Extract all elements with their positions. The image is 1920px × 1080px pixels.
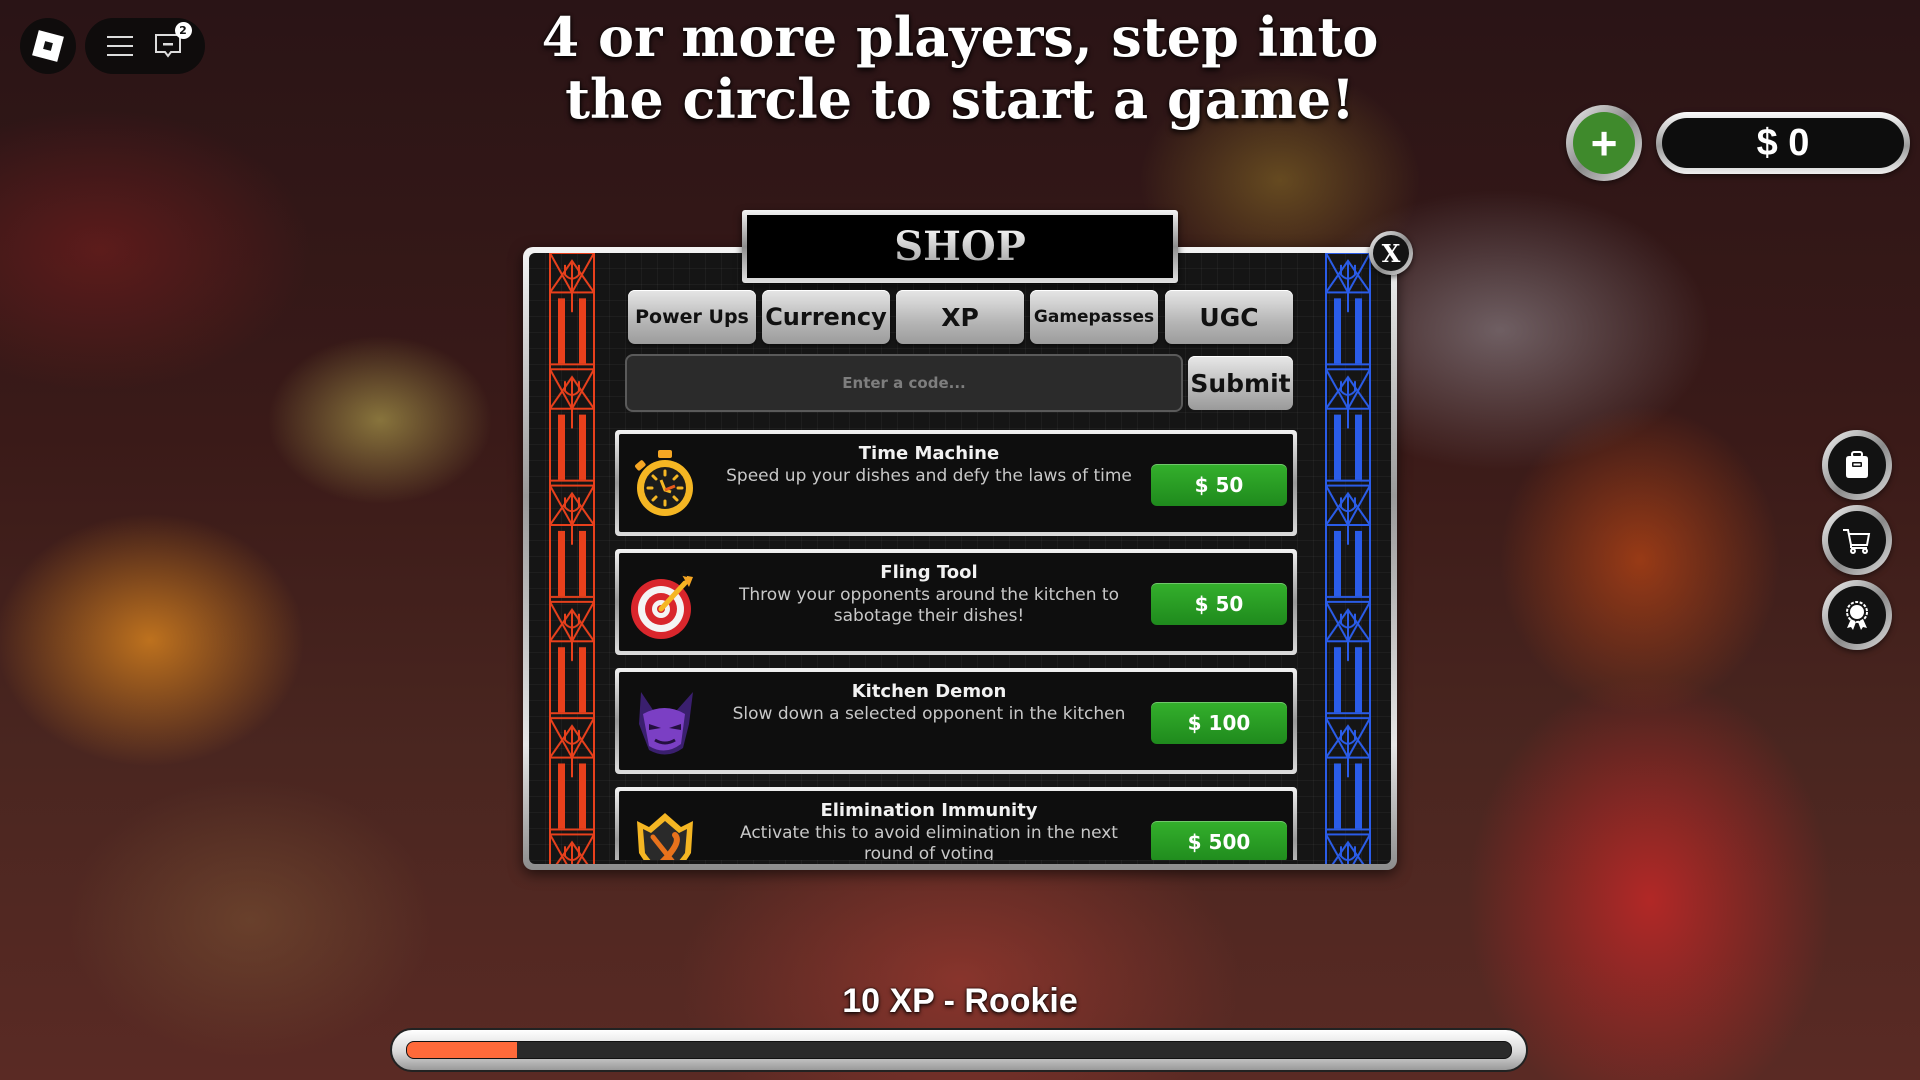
stopwatch-icon [627,446,703,522]
shop-header: SHOP [742,210,1178,283]
shop-items-list[interactable]: Time Machine Speed up your dishes and de… [615,428,1297,860]
tab-gamepasses[interactable]: Gamepasses [1030,290,1158,344]
item-description: Speed up your dishes and defy the laws o… [726,466,1132,486]
award-ribbon-icon [1846,601,1868,630]
buy-button[interactable]: $ 50 [1151,464,1287,506]
trident-pattern-icon [548,253,596,864]
shop-item: Time Machine Speed up your dishes and de… [615,430,1297,536]
demon-mask-icon [627,684,703,760]
tab-currency[interactable]: Currency [762,290,890,344]
add-currency-button[interactable]: + [1566,105,1642,181]
close-icon: X [1373,235,1409,271]
buy-button[interactable]: $ 50 [1151,583,1287,625]
backpack-icon [1846,451,1868,478]
xp-label: 10 XP - Rookie [842,982,1078,1020]
tab-xp[interactable]: XP [896,290,1024,344]
right-pillar-decoration [1324,253,1372,864]
item-description: Activate this to avoid elimination in th… [740,823,1118,860]
buy-button[interactable]: $ 100 [1151,702,1287,744]
close-shop-button[interactable]: X [1369,231,1413,275]
tab-power-ups[interactable]: Power Ups [628,290,756,344]
announcement-line-1: 4 or more players, step into [541,5,1379,69]
left-pillar-decoration [548,253,596,864]
shop-title: SHOP [894,223,1026,270]
item-name: Elimination Immunity [820,800,1038,821]
shopping-cart-icon [1843,529,1871,554]
target-dart-icon [627,565,703,641]
currency-display: $ 0 [1656,112,1910,174]
announcement-text: 4 or more players, step into the circle … [0,6,1920,130]
submit-code-button[interactable]: Submit [1188,356,1293,410]
code-input[interactable] [625,354,1183,412]
trident-pattern-icon [1324,253,1372,864]
tab-ugc[interactable]: UGC [1165,290,1293,344]
shop-button[interactable] [1822,505,1892,575]
plus-icon: + [1573,112,1635,174]
xp-progress-track [406,1041,1512,1059]
xp-progress-fill [407,1042,518,1058]
item-name: Time Machine [858,443,1000,464]
buy-button[interactable]: $ 500 [1151,821,1287,860]
item-description: Slow down a selected opponent in the kit… [732,704,1126,724]
shop-item: Kitchen Demon Slow down a selected oppon… [615,668,1297,774]
inventory-button[interactable] [1822,430,1892,500]
shield-fork-knife-icon [627,803,703,860]
item-name: Fling Tool [880,562,978,583]
xp-progress-bar [390,1028,1528,1072]
rewards-button[interactable] [1822,580,1892,650]
currency-balance: $ 0 [1662,118,1904,168]
shop-item: Elimination Immunity Activate this to av… [615,787,1297,860]
item-name: Kitchen Demon [851,681,1007,702]
shop-item: Fling Tool Throw your opponents around t… [615,549,1297,655]
item-description: Throw your opponents around the kitchen … [739,585,1119,626]
